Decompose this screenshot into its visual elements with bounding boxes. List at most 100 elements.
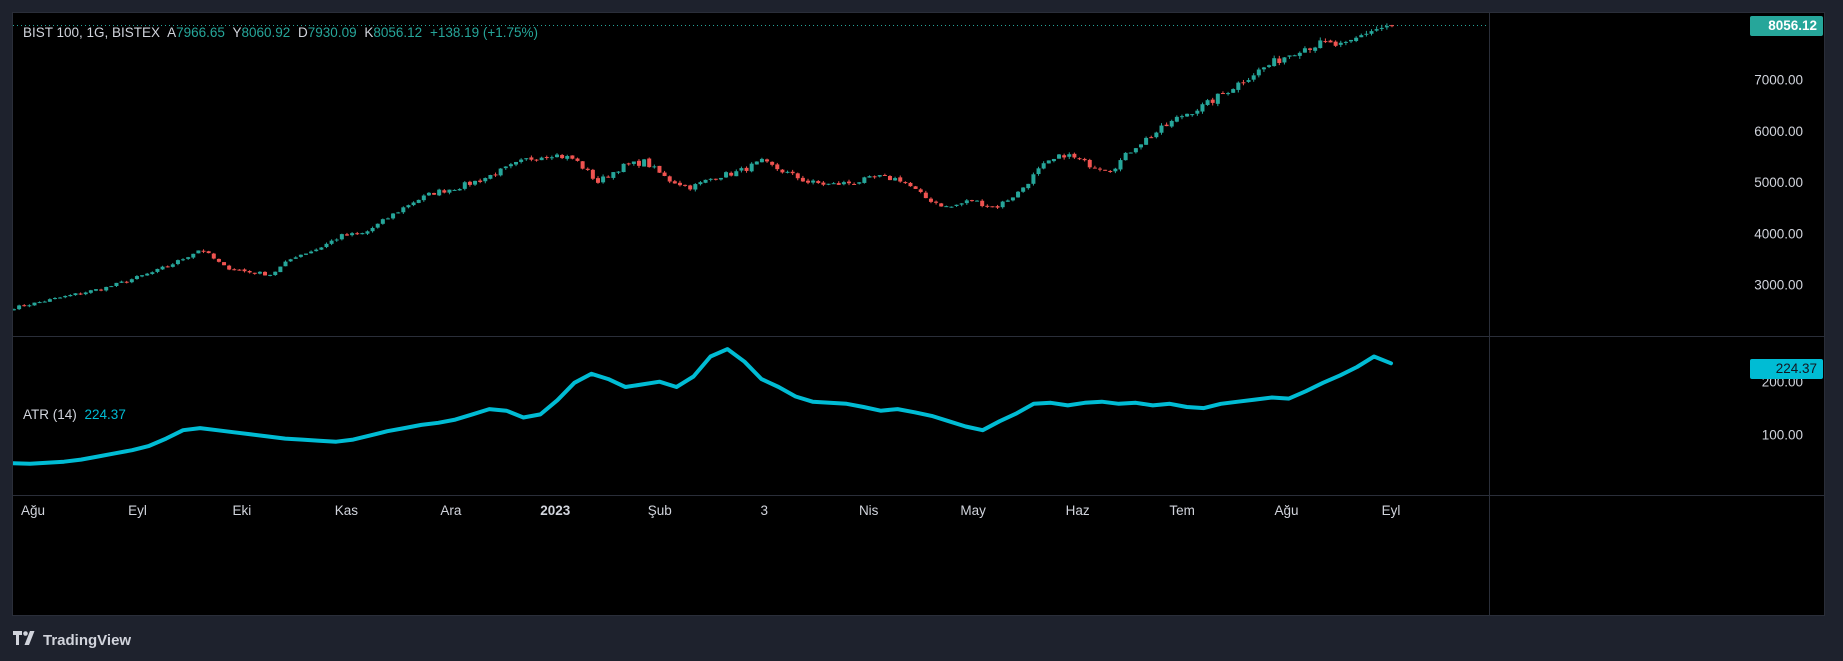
candle: [1036, 168, 1041, 175]
candle: [1016, 191, 1021, 198]
candle: [68, 295, 73, 297]
candle: [1251, 75, 1256, 80]
candle: [800, 177, 805, 182]
candle: [724, 172, 729, 178]
candle: [1179, 116, 1184, 118]
candle: [222, 262, 227, 266]
candle: [1174, 116, 1179, 122]
time-axis-tick-label: Ağu: [1275, 503, 1299, 518]
candle: [406, 205, 411, 208]
candle: [642, 159, 647, 167]
candle: [1349, 39, 1354, 42]
candle: [1292, 55, 1297, 57]
candle: [1128, 152, 1133, 154]
candle: [186, 257, 191, 259]
candle: [1062, 155, 1067, 158]
candle: [27, 305, 32, 307]
candle: [1149, 137, 1154, 139]
candle: [621, 163, 626, 173]
candle: [473, 180, 478, 185]
candle: [288, 259, 293, 262]
candle: [990, 206, 995, 208]
candle: [877, 175, 882, 177]
candle: [93, 289, 98, 291]
candle: [811, 180, 816, 183]
price-axis-tick-label: 4000.00: [1754, 226, 1803, 241]
candle: [969, 200, 974, 202]
price-axis-tick-label: 6000.00: [1754, 124, 1803, 139]
candle: [964, 200, 969, 204]
candle: [155, 268, 160, 272]
candle: [1133, 148, 1138, 153]
atr-axis-tick-label: 100.00: [1762, 427, 1803, 442]
candle: [606, 176, 611, 178]
candle: [339, 234, 344, 240]
candle: [498, 168, 503, 176]
price-axis-tick-label: 3000.00: [1754, 278, 1803, 293]
candle: [816, 181, 821, 183]
candle: [1087, 159, 1092, 168]
atr-value: 224.37: [84, 407, 126, 422]
atr-name: ATR (14): [23, 407, 77, 422]
candle: [1098, 168, 1103, 170]
candle: [616, 171, 621, 173]
candle: [1113, 168, 1118, 172]
candle: [134, 276, 139, 280]
candle: [729, 172, 734, 176]
candle: [882, 174, 887, 176]
time-axis-tick-label: Ara: [440, 503, 462, 518]
candle: [206, 251, 211, 254]
candle: [1103, 169, 1108, 171]
candle: [375, 223, 380, 228]
candle: [416, 199, 421, 203]
candle: [852, 183, 857, 185]
candle: [365, 231, 370, 234]
candle: [273, 271, 278, 276]
candle: [1241, 82, 1246, 84]
candle: [867, 176, 872, 178]
candle: [677, 182, 682, 186]
candle: [1374, 29, 1379, 31]
candle: [391, 213, 396, 219]
candle: [437, 189, 442, 196]
low-value: 7930.09: [307, 25, 357, 40]
candle: [1164, 124, 1169, 127]
candle: [693, 184, 698, 190]
candle: [565, 156, 570, 159]
candle: [857, 182, 862, 184]
candle: [83, 292, 88, 295]
candle: [350, 233, 355, 236]
candle: [1215, 93, 1220, 104]
candle: [652, 166, 657, 168]
candle: [247, 271, 252, 273]
candle: [1169, 120, 1174, 127]
price-legend: BIST 100, 1G, BISTEX A7966.65 Y8060.92 D…: [23, 25, 542, 40]
candle: [232, 269, 237, 271]
candle: [795, 173, 800, 179]
chart-canvas[interactable]: 3000.00 4000.00 5000.00 6000.00 7000.00 100.0…: [13, 13, 1824, 615]
candle: [1277, 58, 1282, 64]
candle: [1005, 200, 1010, 202]
candle: [1359, 35, 1364, 38]
candle: [1159, 125, 1164, 133]
candle: [667, 176, 672, 182]
time-axis-tick-label: 2023: [540, 503, 571, 518]
candle: [1190, 114, 1195, 116]
chart-frame[interactable]: 3000.00 4000.00 5000.00 6000.00 7000.00 100.0…: [12, 12, 1825, 616]
tradingview-logo[interactable]: TradingView: [13, 630, 131, 650]
candle: [954, 204, 959, 207]
candle: [216, 258, 221, 262]
time-axis-tick-label: Şub: [648, 503, 672, 518]
candle: [78, 293, 83, 295]
candle: [401, 207, 406, 213]
candle: [175, 260, 180, 265]
candle: [534, 159, 539, 161]
candle: [1041, 163, 1046, 169]
candle: [688, 185, 693, 190]
candle: [303, 253, 308, 255]
candle: [17, 305, 22, 310]
candle: [780, 169, 785, 173]
candle: [119, 281, 124, 283]
time-axis-tick-label: Kas: [335, 503, 359, 518]
candle: [324, 243, 329, 248]
